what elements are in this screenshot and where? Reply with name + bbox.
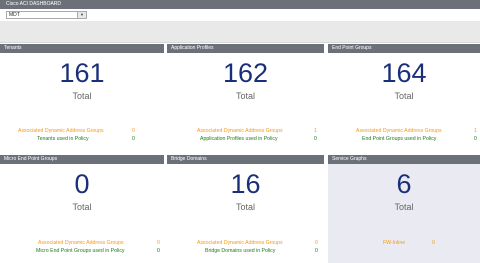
panel-header: Tenants [0, 44, 164, 53]
panel-micro-end-point-groups: Micro End Point Groups 0 Total Associate… [0, 155, 164, 263]
panel-header: Service Graphs [328, 155, 480, 164]
stat-value: 0 [315, 240, 318, 246]
tenant-select[interactable]: MDT ▼ [6, 11, 87, 19]
stat-value: 1 [314, 128, 317, 134]
panel-service-graphs: Service Graphs 6 Total FW-Inline 0 [328, 155, 480, 263]
stat-value: 0 [315, 248, 318, 254]
application-profiles-count: 162 [222, 58, 269, 88]
panel-header: Application Profiles [167, 44, 324, 53]
stat-label: Associated Dynamic Address Groups [356, 128, 442, 134]
selector-bar: MDT ▼ [0, 10, 480, 20]
bridge-domains-count: 16 [230, 169, 261, 199]
stat-label: Associated Dynamic Address Groups [38, 240, 124, 246]
service-graphs-count: 6 [396, 169, 412, 199]
stat-label: Bridge Domains used in Policy [205, 248, 276, 254]
end-point-groups-count: 164 [381, 58, 427, 88]
micro-end-point-groups-count: 0 [74, 169, 90, 199]
total-label: Total [72, 202, 92, 212]
total-label: Total [394, 91, 414, 101]
stat-value: 0 [132, 128, 135, 134]
panel-application-profiles: Application Profiles 162 Total Associate… [167, 44, 324, 152]
stat-label: Micro End Point Groups used in Policy [36, 248, 125, 254]
stat-value: 1 [474, 128, 477, 134]
dashboard-title: Cisco ACI DASHBOARD [0, 0, 480, 9]
toolbar-strip [0, 21, 480, 43]
total-label: Total [235, 202, 255, 212]
stat-label: FW-Inline [383, 240, 406, 246]
stat-value: 0 [157, 248, 160, 254]
panel-header: End Point Groups [328, 44, 480, 53]
panel-header: Micro End Point Groups [0, 155, 164, 164]
tenants-count: 161 [59, 58, 105, 88]
total-label: Total [235, 91, 255, 101]
chevron-down-icon[interactable]: ▼ [77, 12, 86, 18]
stat-value: 0 [157, 240, 160, 246]
tenant-select-value: MDT [9, 12, 20, 18]
stat-value: 0 [474, 136, 477, 142]
panel-header: Bridge Domains [167, 155, 324, 164]
stat-value: 0 [314, 136, 317, 142]
panel-tenants: Tenants 161 Total Associated Dynamic Add… [0, 44, 164, 152]
stat-label: Application Profiles used in Policy [200, 136, 278, 142]
stat-label: End Point Groups used in Policy [362, 136, 437, 142]
stat-label: Associated Dynamic Address Groups [197, 240, 283, 246]
panel-bridge-domains: Bridge Domains 16 Total Associated Dynam… [167, 155, 324, 263]
stat-label: Associated Dynamic Address Groups [197, 128, 283, 134]
total-label: Total [394, 202, 414, 212]
total-label: Total [72, 91, 92, 101]
stat-label: Associated Dynamic Address Groups [18, 128, 104, 134]
stat-value: 0 [132, 136, 135, 142]
stat-value: 0 [432, 240, 435, 246]
stat-label: Tenants used in Policy [37, 136, 89, 142]
panel-end-point-groups: End Point Groups 164 Total Associated Dy… [328, 44, 480, 152]
